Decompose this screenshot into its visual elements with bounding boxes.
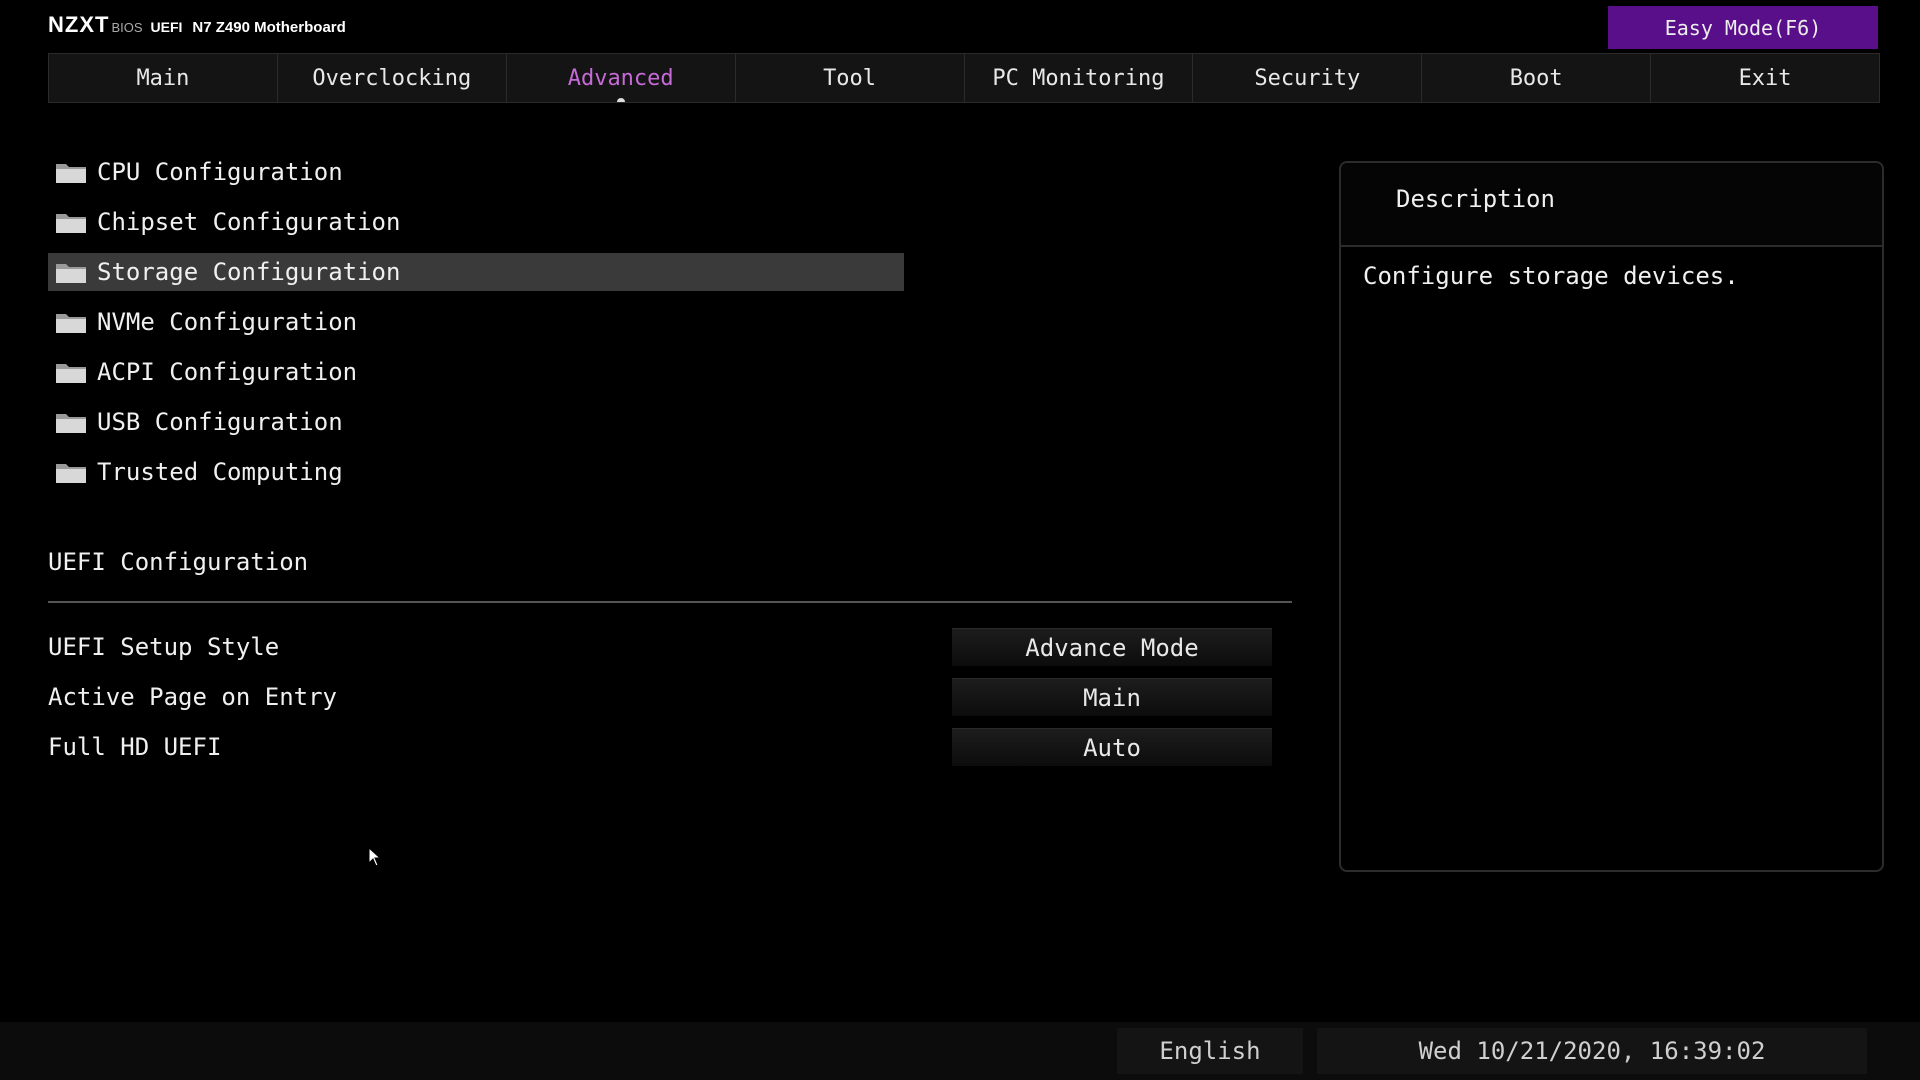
menu-item-label: USB Configuration [97,408,343,436]
setting-label: Full HD UEFI [48,733,222,761]
advanced-submenu-list: CPU Configuration Chipset Configuration … [48,153,904,503]
tab-overclocking[interactable]: Overclocking [277,53,507,103]
menu-item-label: ACPI Configuration [97,358,358,386]
date-time-display: Wed 10/21/2020, 16:39:02 [1317,1028,1867,1074]
section-divider [48,601,1292,603]
easy-mode-button[interactable]: Easy Mode(F6) [1608,6,1878,49]
uefi-setup-style-select[interactable]: Advance Mode [952,628,1272,666]
folder-icon [55,210,87,234]
setting-label: Active Page on Entry [48,683,337,711]
folder-icon [55,260,87,284]
setting-row-full-hd-uefi: Full HD UEFI Auto [48,728,1272,766]
tab-tool[interactable]: Tool [735,53,965,103]
menu-item-usb-configuration[interactable]: USB Configuration [48,403,904,441]
language-selector[interactable]: English [1117,1028,1303,1074]
uefi-configuration-heading: UEFI Configuration [48,548,309,576]
folder-icon [55,160,87,184]
bios-label: BIOS [111,20,143,35]
tab-boot[interactable]: Boot [1422,53,1652,103]
main-tab-bar: Main Overclocking Advanced Tool PC Monit… [48,53,1880,103]
menu-item-chipset-configuration[interactable]: Chipset Configuration [48,203,904,241]
tab-security[interactable]: Security [1193,53,1423,103]
folder-icon [55,360,87,384]
active-tab-indicator [616,98,625,102]
tab-exit[interactable]: Exit [1651,53,1880,103]
folder-icon [55,410,87,434]
menu-item-nvme-configuration[interactable]: NVMe Configuration [48,303,904,341]
description-header: Description [1341,163,1882,247]
motherboard-model: N7 Z490 Motherboard [192,19,346,36]
folder-icon [55,310,87,334]
tab-pc-monitoring[interactable]: PC Monitoring [964,53,1194,103]
bios-screen: NZXT BIOS UEFI N7 Z490 Motherboard Easy … [0,0,1920,1080]
description-panel: Description Configure storage devices. [1339,161,1884,872]
menu-item-storage-configuration[interactable]: Storage Configuration [48,253,904,291]
menu-item-label: Storage Configuration [97,258,401,286]
menu-item-label: Trusted Computing [97,458,343,486]
menu-item-label: Chipset Configuration [97,208,401,236]
menu-item-label: NVMe Configuration [97,308,358,336]
status-footer: English Wed 10/21/2020, 16:39:02 [0,1022,1920,1080]
brand-header: NZXT BIOS UEFI N7 Z490 Motherboard [48,12,346,42]
setting-row-active-page-on-entry: Active Page on Entry Main [48,678,1272,716]
folder-icon [55,460,87,484]
menu-item-cpu-configuration[interactable]: CPU Configuration [48,153,904,191]
description-title: Description [1396,185,1555,213]
tab-main[interactable]: Main [48,53,278,103]
active-page-on-entry-select[interactable]: Main [952,678,1272,716]
full-hd-uefi-select[interactable]: Auto [952,728,1272,766]
description-text: Configure storage devices. [1363,262,1739,290]
menu-item-label: CPU Configuration [97,158,343,186]
setting-label: UEFI Setup Style [48,633,280,661]
tab-advanced-label: Advanced [567,65,674,91]
nzxt-logo: NZXT [48,12,110,37]
setting-row-uefi-setup-style: UEFI Setup Style Advance Mode [48,628,1272,666]
tab-advanced[interactable]: Advanced [506,53,736,103]
uefi-label: UEFI [150,19,183,35]
menu-item-trusted-computing[interactable]: Trusted Computing [48,453,904,491]
mouse-pointer-icon [368,846,382,867]
menu-item-acpi-configuration[interactable]: ACPI Configuration [48,353,904,391]
